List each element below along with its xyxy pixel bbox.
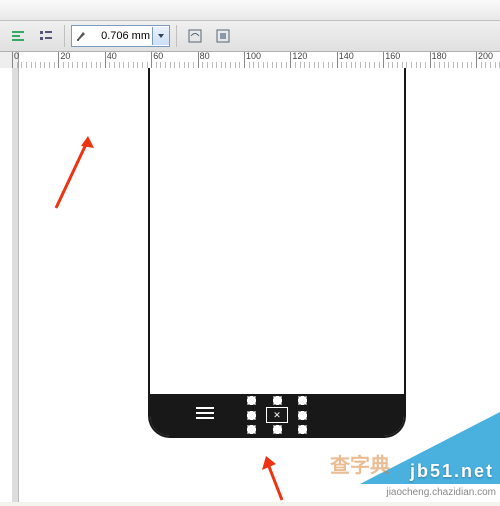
watermark-url: jiaocheng.chazidian.com	[386, 487, 496, 498]
page-shadow	[12, 68, 19, 502]
menu-bar	[0, 0, 500, 21]
list-icon	[39, 29, 53, 43]
outline-width-input[interactable]	[90, 27, 152, 45]
property-bar	[0, 21, 500, 52]
phone-shape[interactable]: ✕	[148, 68, 406, 438]
watermark-brand-cn: 查字典	[330, 449, 390, 478]
outline-width-control[interactable]	[71, 25, 170, 47]
home-button-shape: ✕	[266, 407, 288, 423]
annotation-arrow-1	[48, 136, 98, 216]
outline-width-dropdown[interactable]	[152, 27, 169, 45]
wrap-icon	[188, 29, 202, 43]
toolbar-button-b[interactable]	[34, 24, 58, 48]
workspace: ✕ 查字典 jb51.net jiaocheng.chazidian.com	[0, 68, 500, 502]
pen-nib-icon	[72, 30, 90, 42]
chevron-down-icon	[157, 32, 165, 40]
toolbar-button-d[interactable]	[211, 24, 235, 48]
options-icon	[216, 29, 230, 43]
toolbar-separator	[64, 25, 65, 47]
hamburger-icon	[196, 407, 214, 419]
annotation-arrow-2	[256, 456, 296, 506]
home-button-group[interactable]: ✕	[251, 400, 303, 430]
toolbar-separator	[176, 25, 177, 47]
drawing-canvas[interactable]: ✕ 查字典 jb51.net jiaocheng.chazidian.com	[18, 68, 500, 502]
toolbar-button-a[interactable]	[6, 24, 30, 48]
home-button-glyph: ✕	[273, 411, 281, 420]
phone-body-outline	[148, 68, 406, 438]
watermark-site: jb51.net	[410, 461, 494, 482]
toolbar-button-c[interactable]	[183, 24, 207, 48]
align-icon	[11, 29, 25, 43]
